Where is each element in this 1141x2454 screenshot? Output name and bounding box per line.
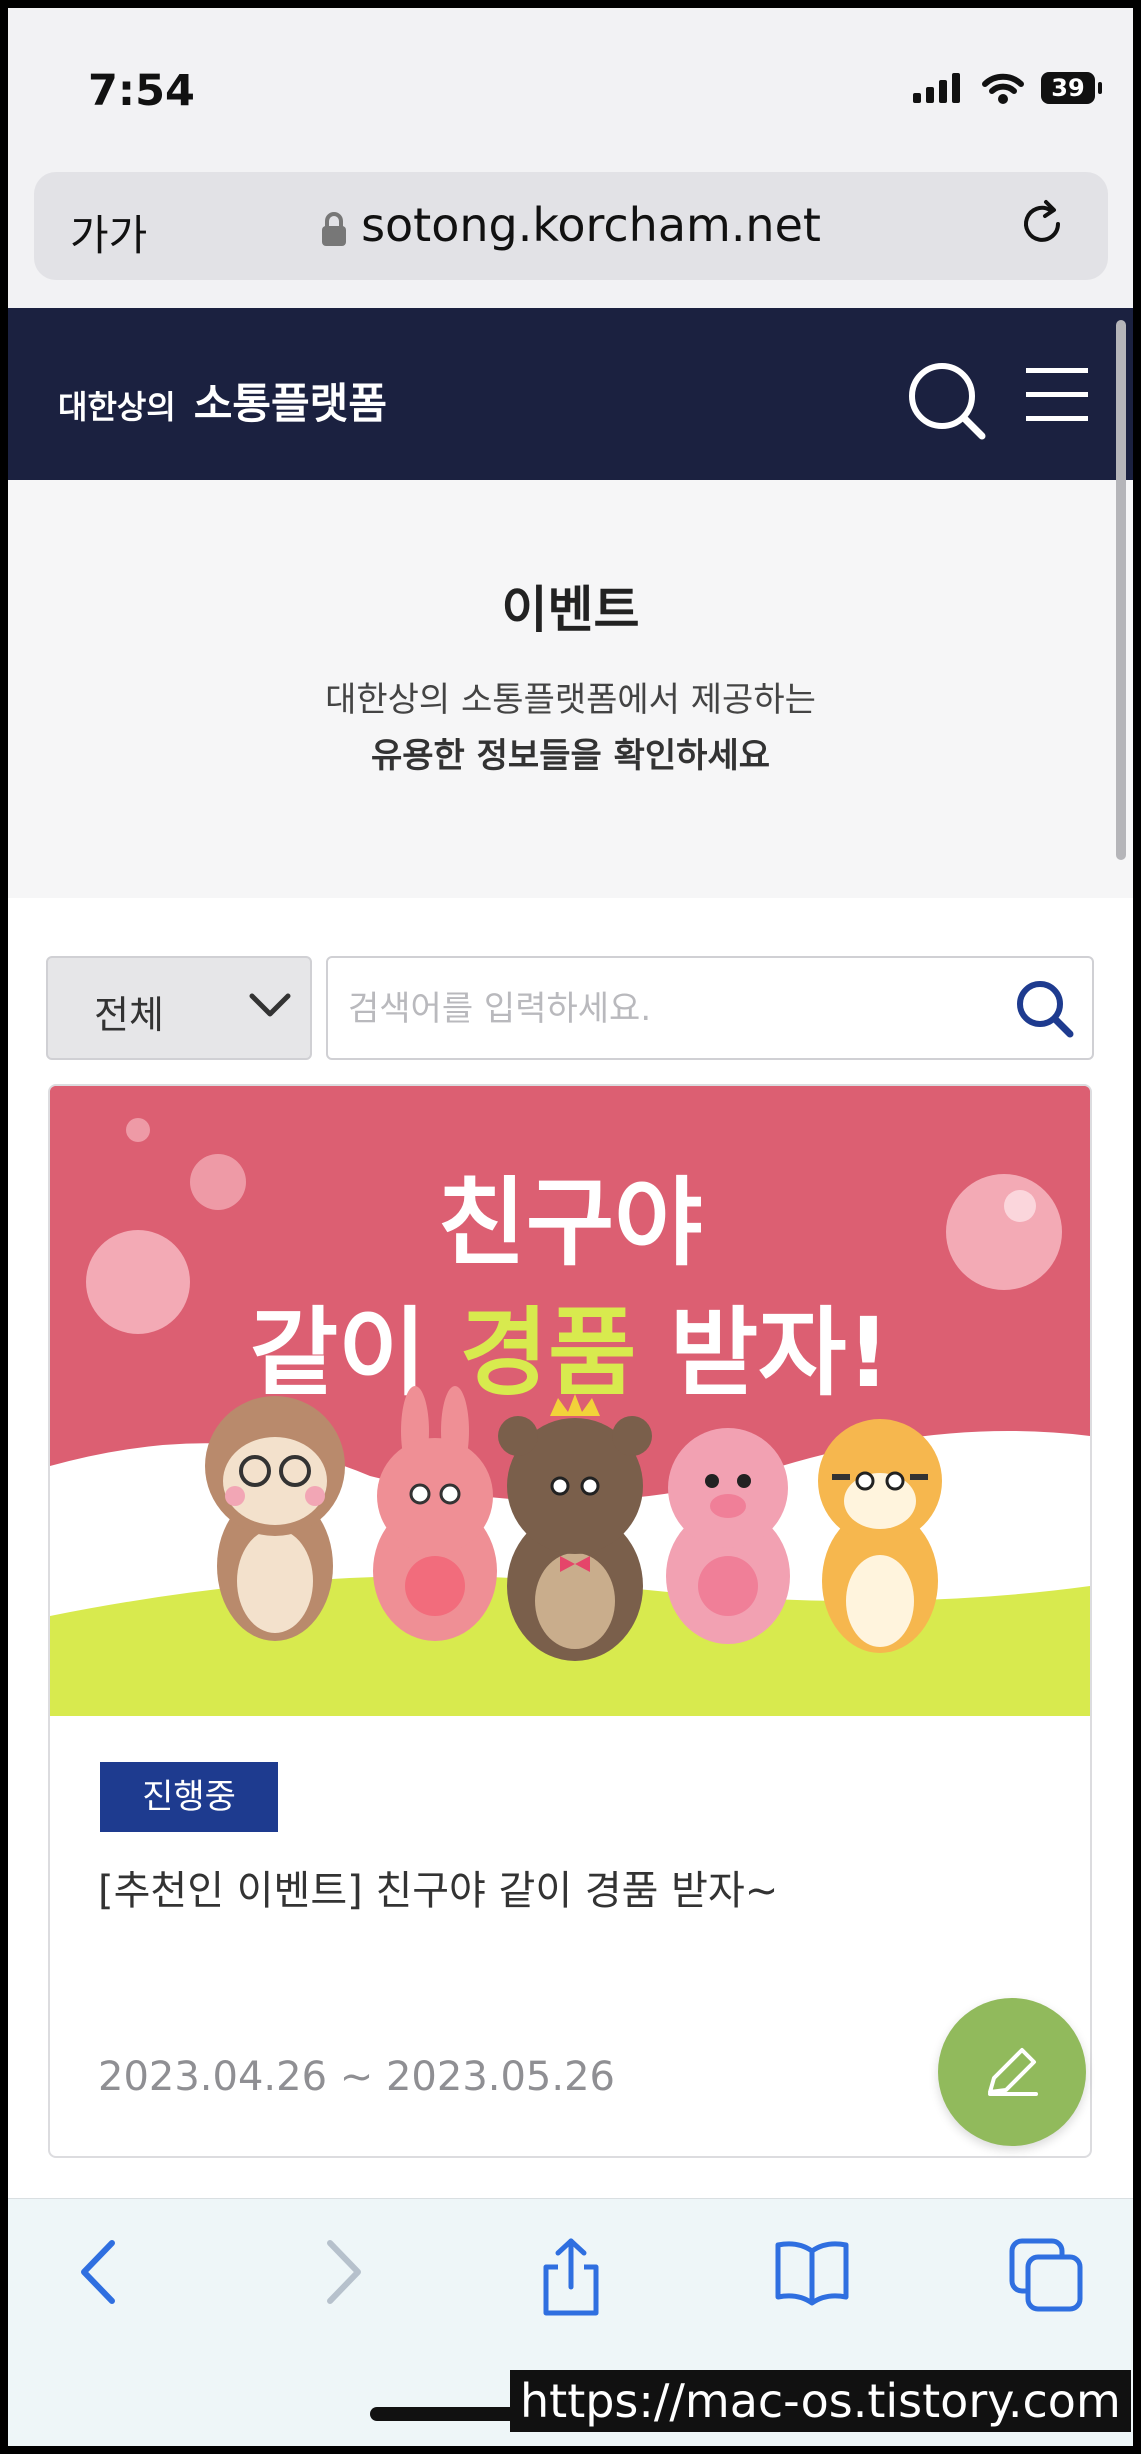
event-period: 2023.04.26 ~ 2023.05.26 <box>98 2054 615 2100</box>
signal-icon <box>913 73 960 103</box>
battery-icon: 39 <box>1041 72 1102 104</box>
logo-big-text: 소통플랫폼 <box>193 379 387 428</box>
banner-line-1: 친구야 <box>438 1167 703 1279</box>
tiger-character <box>818 1419 942 1653</box>
battery-level: 39 <box>1051 74 1085 102</box>
chevron-down-icon <box>249 993 291 1017</box>
back-icon[interactable] <box>76 2237 120 2307</box>
share-icon[interactable] <box>538 2237 604 2317</box>
forward-icon[interactable] <box>322 2237 366 2307</box>
pig-character <box>666 1428 790 1644</box>
logo-small-text: 대한상의 <box>58 388 176 426</box>
event-list-section: 전체 검색어를 입력하세요. 친구야 같이 경품 받자! 진행중 [추천인 이벤… <box>8 898 1133 2198</box>
page-subtitle-1: 대한상의 소통플랫폼에서 제공하는 <box>325 680 816 720</box>
lock-icon <box>322 211 347 246</box>
site-logo[interactable]: 대한상의 소통플랫폼 <box>58 370 387 431</box>
url-text: sotong.korcham.net <box>361 198 821 252</box>
scrollbar[interactable] <box>1116 320 1126 860</box>
search-button-icon[interactable] <box>1012 976 1078 1042</box>
search-field[interactable] <box>326 956 1094 1060</box>
status-icons: 39 <box>913 72 1102 104</box>
page-hero: 이벤트 대한상의 소통플랫폼에서 제공하는 유용한 정보들을 확인하세요 <box>8 480 1133 898</box>
category-selected-value: 전체 <box>94 993 164 1037</box>
event-title[interactable]: [추천인 이벤트] 친구야 같이 경품 받자~ <box>98 1858 778 1916</box>
phone-screen: 7:54 39 가가 sotong.korcham.net 대한상의 소통플랫폼… <box>8 8 1133 2446</box>
site-header: 대한상의 소통플랫폼 <box>8 308 1133 480</box>
wifi-icon <box>982 73 1024 104</box>
bookmarks-icon[interactable] <box>774 2237 850 2307</box>
banner-illustration: 친구야 같이 경품 받자! <box>50 1086 1090 1716</box>
tabs-icon[interactable] <box>1008 2237 1084 2313</box>
category-select[interactable]: 전체 <box>46 956 312 1060</box>
menu-icon[interactable] <box>1026 366 1088 422</box>
search-input[interactable] <box>346 982 990 1036</box>
event-banner-image[interactable]: 친구야 같이 경품 받자! <box>50 1086 1090 1716</box>
status-badge: 진행중 <box>100 1762 278 1832</box>
url-display[interactable]: sotong.korcham.net <box>34 198 1108 252</box>
pencil-icon <box>988 2048 1038 2096</box>
banner-line-2: 같이 경품 받자! <box>250 1297 891 1409</box>
write-button[interactable] <box>938 1998 1086 2146</box>
reload-icon[interactable] <box>1016 198 1068 250</box>
status-time: 7:54 <box>88 66 195 116</box>
page-subtitle-2: 유용한 정보들을 확인하세요 <box>370 736 771 776</box>
event-card[interactable]: 친구야 같이 경품 받자! 진행중 [추천인 이벤트] 친구야 같이 경품 받자… <box>48 1084 1092 2158</box>
watermark-url: https://mac-os.tistory.com <box>510 2370 1131 2432</box>
page-title: 이벤트 <box>501 581 640 639</box>
search-icon[interactable] <box>906 360 988 442</box>
address-bar[interactable]: 가가 sotong.korcham.net <box>34 172 1108 280</box>
